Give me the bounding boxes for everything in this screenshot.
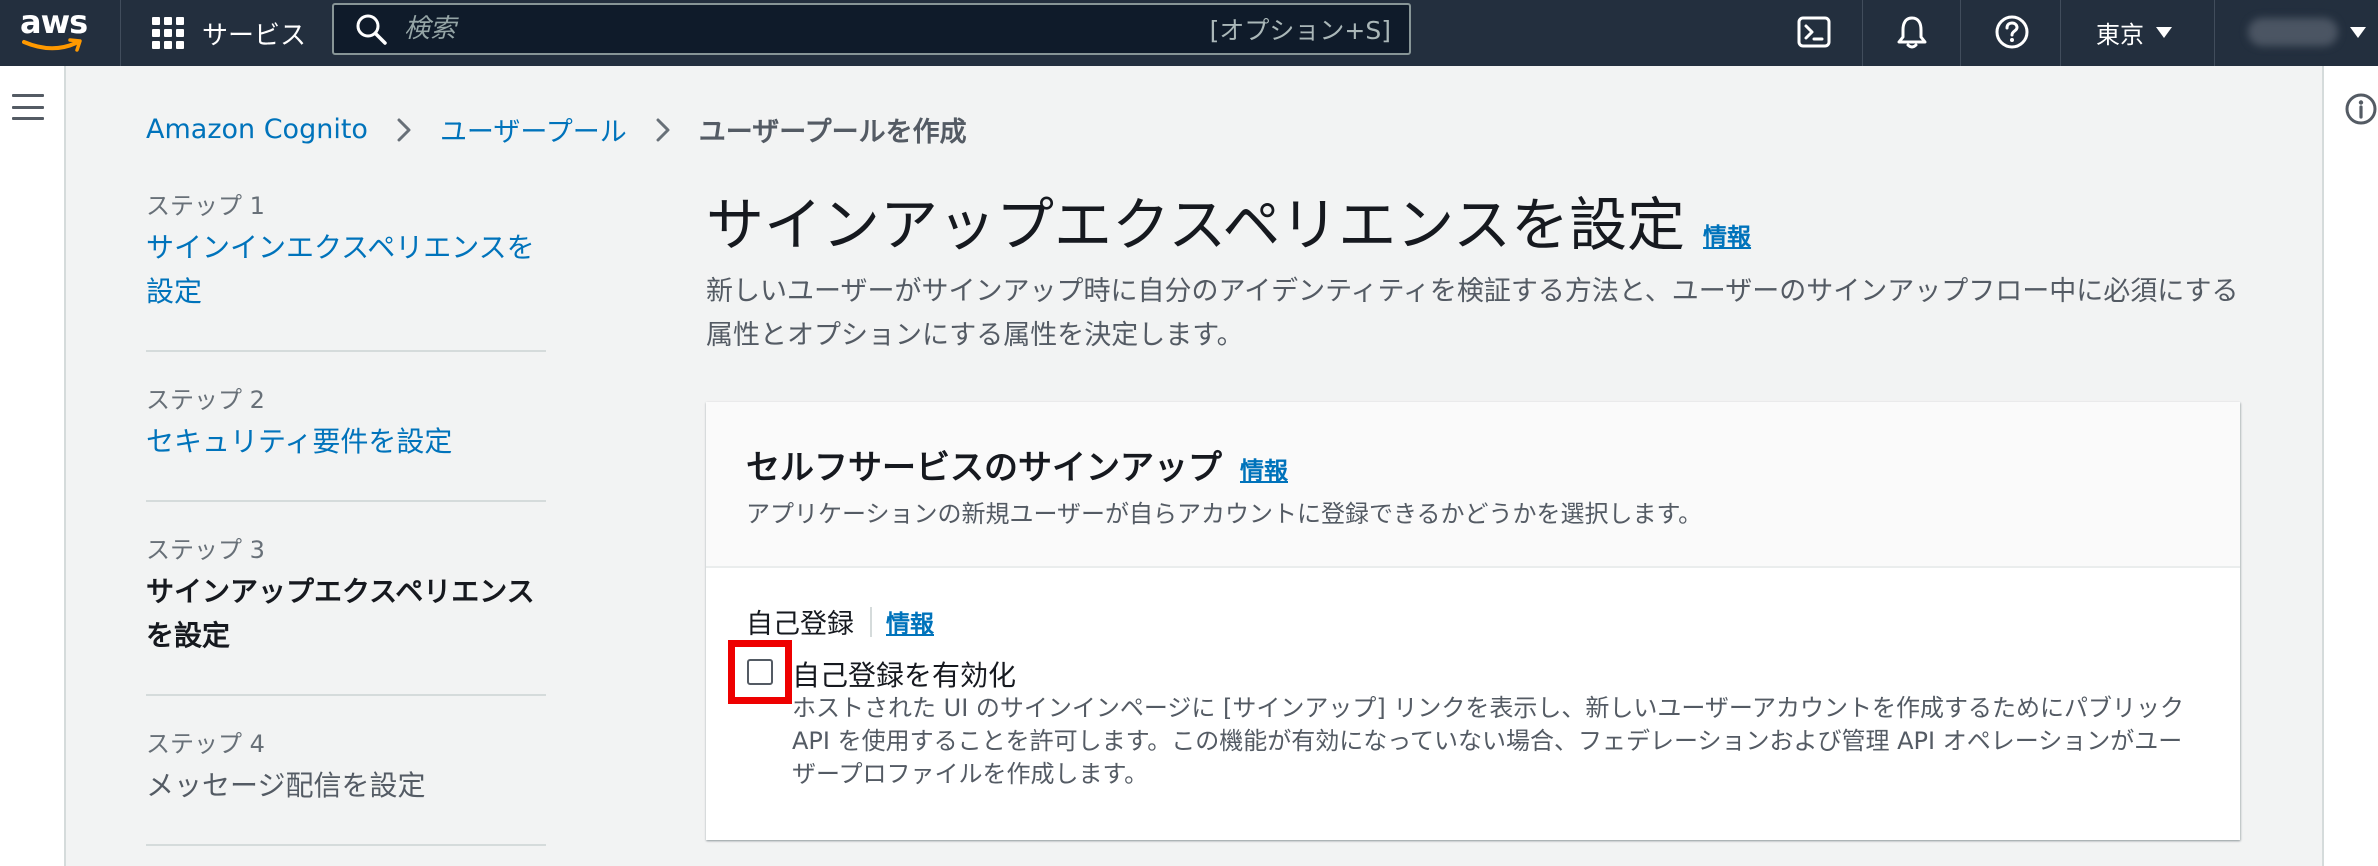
chevron-right-icon <box>656 118 670 141</box>
wizard-step-3: ステップ 3 サインアップエクスペリエンスを設定 <box>146 502 546 696</box>
nav-divider <box>1960 0 1961 66</box>
chevron-right-icon <box>397 118 411 141</box>
nav-divider <box>120 0 121 66</box>
step-number: ステップ 2 <box>146 386 265 414</box>
bell-icon <box>1897 16 1927 49</box>
notifications-button[interactable] <box>1892 12 1932 52</box>
wizard-step-1: ステップ 1 サインインエクスペリエンスを設定 <box>146 186 546 352</box>
aws-logo-text: aws <box>20 3 88 41</box>
page-description: 新しいユーザーがサインアップ時に自分のアイデンティティを検証する方法と、ユーザー… <box>706 276 2239 351</box>
panel-description: アプリケーションの新規ユーザーが自らアカウントに登録できるかどうかを選択します。 <box>746 500 1703 528</box>
panel-info-link[interactable]: 情報 <box>1240 451 1288 486</box>
step-number: ステップ 3 <box>146 536 265 564</box>
services-menu-button[interactable]: サービス <box>152 8 306 58</box>
nav-divider <box>2060 0 2061 66</box>
region-selector[interactable]: 東京 <box>2096 10 2172 54</box>
checkbox-label[interactable]: 自己登録を有効化 <box>792 654 1016 694</box>
panel-header: セルフサービスのサインアップ 情報 アプリケーションの新規ユーザーが自らアカウン… <box>706 402 2240 568</box>
step-1-link[interactable]: サインインエクスペリエンスを設定 <box>146 226 546 314</box>
search-shortcut-hint: [オプション+S] <box>1209 16 1391 45</box>
wizard-step-2: ステップ 2 セキュリティ要件を設定 <box>146 352 546 502</box>
self-registration-field: 自己登録 情報 <box>746 602 934 641</box>
page-title: サインアップエクスペリエンスを設定 <box>706 191 1686 259</box>
panel-title: セルフサービスのサインアップ <box>746 448 1222 488</box>
page-header: サインアップエクスペリエンスを設定 情報 <box>706 190 1751 260</box>
info-panel-icon[interactable] <box>2344 92 2378 126</box>
step-2-link[interactable]: セキュリティ要件を設定 <box>146 420 546 464</box>
breadcrumb-cognito-link[interactable]: Amazon Cognito <box>146 114 368 145</box>
highlight-box <box>728 640 792 704</box>
search-icon <box>356 14 387 45</box>
hamburger-menu-icon[interactable] <box>12 94 44 120</box>
field-info-link[interactable]: 情報 <box>886 604 934 639</box>
step-number: ステップ 4 <box>146 730 265 758</box>
account-menu[interactable] <box>2248 14 2366 50</box>
field-label: 自己登録 <box>746 609 854 640</box>
help-button[interactable] <box>1992 12 2032 52</box>
nav-divider <box>1862 0 1863 66</box>
help-icon <box>1995 15 2029 49</box>
wizard-step-4: ステップ 4 メッセージ配信を設定 <box>146 696 546 846</box>
region-label: 東京 <box>2096 20 2144 49</box>
step-3-current: サインアップエクスペリエンスを設定 <box>146 575 535 652</box>
services-label: サービス <box>202 20 307 51</box>
panel-title-row: セルフサービスのサインアップ 情報 <box>746 440 1288 489</box>
breadcrumb: Amazon Cognito ユーザープール ユーザープールを作成 <box>146 110 967 149</box>
step-4-label: メッセージ配信を設定 <box>146 769 426 802</box>
breadcrumb-user-pools-link[interactable]: ユーザープール <box>440 110 627 149</box>
top-navigation: aws サービス [オプション+S] <box>0 0 2378 66</box>
right-side-rail <box>2322 66 2378 866</box>
services-grid-icon <box>152 17 184 49</box>
aws-logo[interactable]: aws <box>20 4 90 56</box>
search-bar[interactable]: [オプション+S] <box>332 3 1411 55</box>
caret-down-icon <box>2350 26 2366 38</box>
cloudshell-button[interactable] <box>1794 12 1834 52</box>
enable-self-registration-checkbox[interactable] <box>747 659 773 685</box>
page-info-link[interactable]: 情報 <box>1703 217 1751 252</box>
left-side-rail <box>0 66 66 866</box>
checkbox-description: ホストされた UI のサインインページに [サインアップ] リンクを表示し、新し… <box>792 694 2184 788</box>
step-number: ステップ 1 <box>146 192 265 220</box>
cloudshell-icon <box>1797 16 1831 48</box>
caret-down-icon <box>2156 26 2172 38</box>
breadcrumb-current: ユーザープールを作成 <box>698 117 967 148</box>
self-service-signup-panel: セルフサービスのサインアップ 情報 アプリケーションの新規ユーザーが自らアカウン… <box>706 402 2240 840</box>
nav-divider <box>2214 0 2215 66</box>
search-input[interactable] <box>404 14 1210 44</box>
account-name-redacted <box>2248 18 2338 46</box>
aws-smile-icon <box>22 38 82 52</box>
wizard-steps: ステップ 1 サインインエクスペリエンスを設定 ステップ 2 セキュリティ要件を… <box>146 186 546 846</box>
field-divider <box>870 606 872 637</box>
